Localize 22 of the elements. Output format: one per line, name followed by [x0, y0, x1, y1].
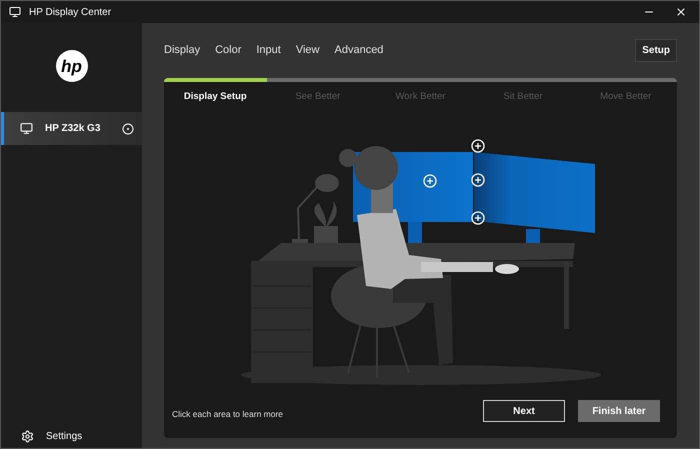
target-icon [122, 122, 134, 134]
logo: hp [56, 50, 88, 82]
close-icon[interactable] [675, 6, 687, 18]
monitor-icon [20, 122, 33, 135]
app-icon [9, 6, 21, 18]
nav-tab[interactable]: Input [256, 42, 281, 59]
step-tab[interactable]: Display Setup [164, 90, 267, 104]
plus-circle-icon[interactable] [470, 211, 484, 225]
wizard-button[interactable]: Finish later [578, 400, 660, 422]
nav-tab[interactable]: Color [215, 42, 242, 59]
nav-tab[interactable]: Display [164, 42, 200, 59]
wizard-button[interactable]: Next [483, 400, 565, 422]
settings-item[interactable]: Settings [1, 428, 142, 448]
setup-button[interactable]: Setup [635, 39, 677, 62]
plus-circle-icon[interactable] [470, 139, 484, 153]
hint-text: Click each area to learn more [172, 408, 284, 422]
settings-icon [21, 430, 34, 442]
plus-circle-icon[interactable] [470, 173, 484, 187]
window-title: HP Display Center [29, 6, 112, 20]
nav-tab[interactable]: Advanced [334, 42, 384, 59]
device-item[interactable]: HP Z32k G3 [1, 112, 142, 145]
nav-tab[interactable]: View [296, 42, 320, 59]
